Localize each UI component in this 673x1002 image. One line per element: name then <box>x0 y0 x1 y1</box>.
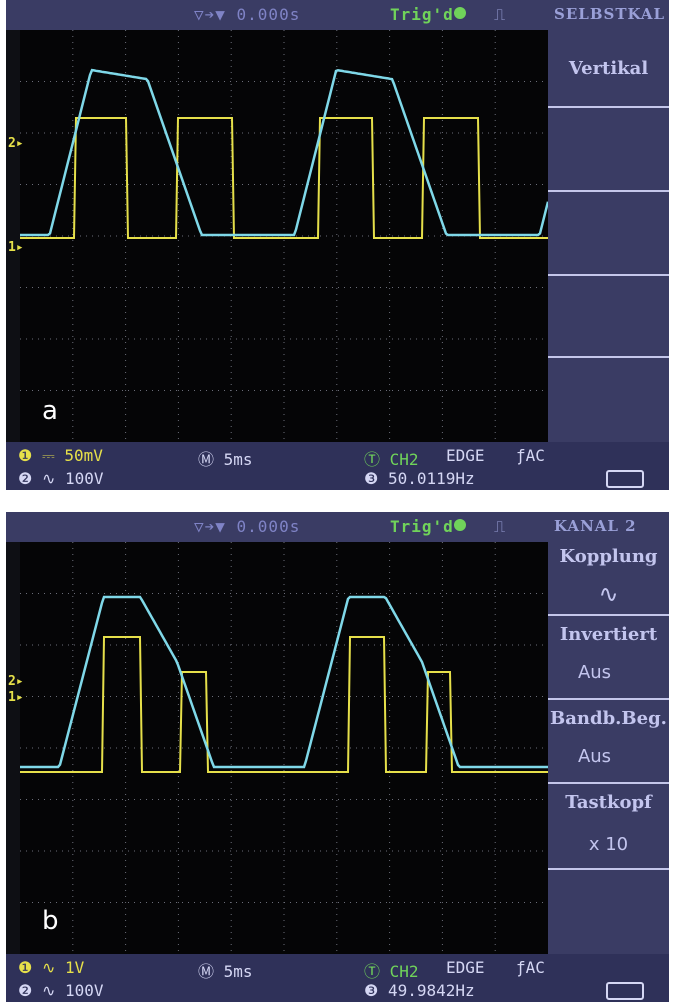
trigger-type: EDGE <box>446 958 485 977</box>
invertiert-value: Aus <box>577 662 612 683</box>
menu-title: SELBSTKAL <box>554 5 666 23</box>
ac-coupling-icon: ∿ <box>598 580 619 608</box>
trigger-indicator-icon <box>454 519 466 531</box>
usb-icon <box>606 982 644 1000</box>
trigger-indicator-icon <box>454 7 466 19</box>
invertiert-label: Invertiert <box>559 624 658 645</box>
menu-item-invertiert[interactable] <box>548 614 669 616</box>
ch1-scale: ❶ ∿ 1V <box>18 958 85 977</box>
trigger-coupling: ƒAC <box>516 958 545 977</box>
frequency-readout: ❸ 49.9842Hz <box>364 981 475 1000</box>
trigger-coupling: ƒAC <box>516 446 545 465</box>
scope-topbar: ▽➔▼ 0.000s Trig'd ⎍ SELBSTKAL <box>6 0 669 30</box>
kopplung-label: Kopplung <box>559 546 658 567</box>
edge-icon: ⎍ <box>494 517 507 536</box>
status-bar: ❶ ∿ 1V ❷ ∿ 100V Ⓜ 5ms Ⓣ CH2 EDGE ƒAC ❸ 4… <box>6 954 669 1002</box>
ch2-trace <box>20 595 548 769</box>
menu-slot-1[interactable] <box>548 106 669 108</box>
edge-icon: ⎍ <box>494 5 507 24</box>
tastkopf-value: x 10 <box>588 834 629 855</box>
trigger-status: Trig'd <box>390 5 454 24</box>
panel-label: b <box>42 906 59 936</box>
trigger-source: Ⓣ CH2 <box>364 450 419 469</box>
ch1-level-marker: 1▸ <box>8 240 24 255</box>
menu-slot-2[interactable] <box>548 190 669 192</box>
bandwidth-value: Aus <box>577 746 612 767</box>
ch2-level-marker: 2▸ <box>8 136 24 151</box>
menu-title: KANAL 2 <box>554 517 637 535</box>
side-menu: Kopplung ∿ Invertiert Aus Bandb.Beg. Aus… <box>548 542 669 954</box>
tastkopf-label: Tastkopf <box>565 792 652 813</box>
ch1-level-marker: 1▸ <box>8 690 24 705</box>
ch1-trace <box>20 117 548 239</box>
menu-slot-5[interactable] <box>548 868 669 870</box>
trigger-source: Ⓣ CH2 <box>364 962 419 981</box>
waveform-screen: b <box>20 542 548 954</box>
scope-panel-b: ▽➔▼ 0.000s Trig'd ⎍ KANAL 2 b 2▸ 1▸ Kopp… <box>6 512 669 1002</box>
ch1-scale: ❶ ⎓ 50mV <box>18 446 103 465</box>
menu-item-bandwidth[interactable] <box>548 698 669 700</box>
scope-panel-a: ▽➔▼ 0.000s Trig'd ⎍ SELBSTKAL a 2▸ 1▸ Ve… <box>6 0 669 490</box>
frequency-readout: ❸ 50.0119Hz <box>364 469 475 488</box>
status-bar: ❶ ⎓ 50mV ❷ ∿ 100V Ⓜ 5ms Ⓣ CH2 EDGE ƒAC ❸… <box>6 442 669 490</box>
menu-slot-4[interactable] <box>548 356 669 358</box>
graticule <box>20 542 548 954</box>
side-menu: Vertikal <box>548 30 669 442</box>
menu-item-tastkopf[interactable] <box>548 782 669 784</box>
ch2-level-marker: 2▸ <box>8 674 24 689</box>
ch2-scale: ❷ ∿ 100V <box>18 981 104 1000</box>
trigger-type: EDGE <box>446 446 485 465</box>
ch2-scale: ❷ ∿ 100V <box>18 469 104 488</box>
trigger-delay: ▽➔▼ 0.000s <box>194 517 301 536</box>
waveform-svg <box>20 542 548 954</box>
trigger-status: Trig'd <box>390 517 454 536</box>
scope-topbar: ▽➔▼ 0.000s Trig'd ⎍ KANAL 2 <box>6 512 669 542</box>
timebase: Ⓜ 5ms <box>198 450 253 469</box>
usb-icon <box>606 470 644 488</box>
trigger-delay: ▽➔▼ 0.000s <box>194 5 301 24</box>
bandwidth-label: Bandb.Beg. <box>550 708 667 729</box>
timebase: Ⓜ 5ms <box>198 962 253 981</box>
side-menu-title: Vertikal <box>568 58 649 79</box>
menu-slot-3[interactable] <box>548 274 669 276</box>
panel-label: a <box>42 396 58 426</box>
waveform-svg <box>20 30 548 442</box>
waveform-screen: a <box>20 30 548 442</box>
